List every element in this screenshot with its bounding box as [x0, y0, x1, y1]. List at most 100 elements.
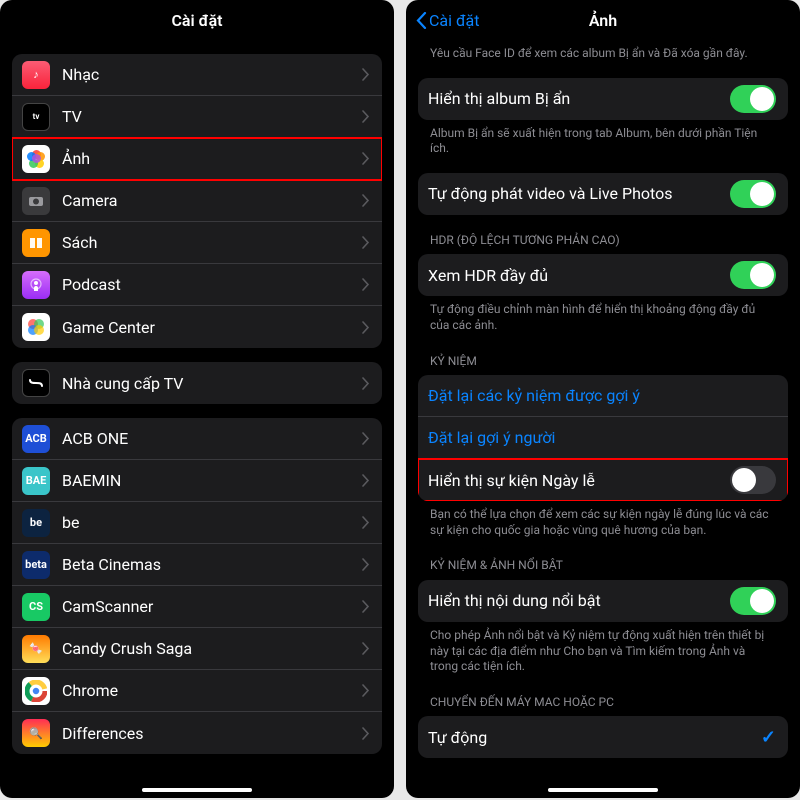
- settings-screen: Cài đặt ♪ Nhạc tv TV: [0, 0, 394, 798]
- group-autoplay: Tự động phát video và Live Photos: [418, 173, 788, 215]
- row-autoplay[interactable]: Tự động phát video và Live Photos: [418, 173, 788, 215]
- hidden-album-caption: Album Bị ẩn sẽ xuất hiện trong tab Album…: [406, 120, 800, 159]
- row-label: Beta Cinemas: [62, 555, 362, 574]
- row-label: Podcast: [62, 275, 362, 294]
- row-hdr[interactable]: Xem HDR đầy đủ: [418, 254, 788, 296]
- row-label: ACB ONE: [62, 429, 362, 448]
- group-featured: Hiển thị nội dung nổi bật: [418, 580, 788, 622]
- row-photos[interactable]: Ảnh: [12, 138, 382, 180]
- row-gamecenter[interactable]: Game Center: [12, 306, 382, 348]
- row-label: be: [62, 513, 362, 532]
- row-baemin[interactable]: BAE BAEMIN: [12, 460, 382, 502]
- beta-icon: beta: [22, 551, 50, 579]
- photos-icon: [22, 145, 50, 173]
- row-reset-people[interactable]: Đặt lại gợi ý người: [418, 417, 788, 459]
- row-camera[interactable]: Camera: [12, 180, 382, 222]
- row-music[interactable]: ♪ Nhạc: [12, 54, 382, 96]
- row-chrome[interactable]: Chrome: [12, 670, 382, 712]
- chevron-right-icon: [362, 516, 370, 529]
- row-label: Candy Crush Saga: [62, 639, 362, 658]
- nav-bar: Cài đặt: [0, 0, 394, 40]
- baemin-icon: BAE: [22, 467, 50, 495]
- row-tv[interactable]: tv TV: [12, 96, 382, 138]
- be-icon: be: [22, 509, 50, 537]
- memories-header: KỶ NIỆM: [406, 336, 800, 372]
- toggle-hidden-album[interactable]: [730, 85, 776, 113]
- chevron-right-icon: [362, 152, 370, 165]
- row-label: Nhạc: [62, 65, 362, 84]
- back-button[interactable]: Cài đặt: [416, 11, 479, 30]
- row-candy[interactable]: 🍬 Candy Crush Saga: [12, 628, 382, 670]
- home-indicator[interactable]: [548, 788, 658, 792]
- camera-icon: [22, 187, 50, 215]
- group-memories: Đặt lại các kỷ niệm được gợi ý Đặt lại g…: [418, 375, 788, 501]
- toggle-featured[interactable]: [730, 587, 776, 615]
- music-icon: ♪: [22, 61, 50, 89]
- settings-group-apps: ACB ACB ONE BAE BAEMIN be be beta Beta C…: [12, 418, 382, 754]
- featured-header: KỶ NIỆM & ẢNH NỔI BẬT: [406, 540, 800, 576]
- chrome-icon: [22, 677, 50, 705]
- chevron-right-icon: [362, 432, 370, 445]
- toggle-hdr[interactable]: [730, 261, 776, 289]
- row-camscanner[interactable]: CS CamScanner: [12, 586, 382, 628]
- chevron-right-icon: [362, 110, 370, 123]
- chevron-right-icon: [362, 474, 370, 487]
- chevron-right-icon: [362, 600, 370, 613]
- row-label: Tự động phát video và Live Photos: [428, 184, 730, 203]
- page-title: Ảnh: [589, 11, 617, 30]
- row-books[interactable]: Sách: [12, 222, 382, 264]
- toggle-holiday[interactable]: [730, 466, 776, 494]
- row-label: Hiển thị album Bị ẩn: [428, 89, 730, 108]
- row-label: Differences: [62, 724, 362, 743]
- featured-caption: Cho phép Ảnh nổi bật và Kỷ niệm tự động …: [406, 622, 800, 677]
- chevron-right-icon: [362, 278, 370, 291]
- chevron-right-icon: [362, 642, 370, 655]
- differences-icon: 🔍: [22, 719, 50, 747]
- row-label: Chrome: [62, 681, 362, 700]
- gamecenter-icon: [22, 313, 50, 341]
- row-label: Sách: [62, 233, 362, 252]
- home-indicator[interactable]: [142, 788, 252, 792]
- row-acb[interactable]: ACB ACB ONE: [12, 418, 382, 460]
- row-label: Game Center: [62, 318, 362, 337]
- checkmark-icon: ✓: [761, 727, 776, 748]
- tv-icon: tv: [22, 103, 50, 131]
- chevron-right-icon: [362, 558, 370, 571]
- row-podcast[interactable]: Podcast: [12, 264, 382, 306]
- chevron-right-icon: [362, 68, 370, 81]
- row-label: Xem HDR đầy đủ: [428, 266, 730, 285]
- toggle-autoplay[interactable]: [730, 180, 776, 208]
- row-label: Ảnh: [62, 149, 362, 168]
- chevron-right-icon: [362, 236, 370, 249]
- row-label: TV: [62, 107, 362, 126]
- row-transfer-auto[interactable]: Tự động ✓: [418, 716, 788, 758]
- back-label: Cài đặt: [429, 11, 479, 30]
- chevron-left-icon: [416, 12, 427, 29]
- acb-icon: ACB: [22, 425, 50, 453]
- photos-settings-screen: Cài đặt Ảnh Yêu cầu Face ID để xem các a…: [406, 0, 800, 798]
- group-hdr: Xem HDR đầy đủ: [418, 254, 788, 296]
- transfer-header: CHUYỂN ĐẾN MÁY MAC HOẶC PC: [406, 677, 800, 713]
- row-label: Tự động: [428, 728, 761, 747]
- row-hidden-album[interactable]: Hiển thị album Bị ẩn: [418, 78, 788, 120]
- hdr-header: HDR (ĐỘ LỆCH TƯƠNG PHẢN CAO): [406, 215, 800, 251]
- group-hidden-album: Hiển thị album Bị ẩn: [418, 78, 788, 120]
- row-featured[interactable]: Hiển thị nội dung nổi bật: [418, 580, 788, 622]
- row-tvprovider[interactable]: Nhà cung cấp TV: [12, 362, 382, 404]
- row-reset-memories[interactable]: Đặt lại các kỷ niệm được gợi ý: [418, 375, 788, 417]
- row-label: Hiển thị sự kiện Ngày lễ: [428, 471, 730, 490]
- row-beta[interactable]: beta Beta Cinemas: [12, 544, 382, 586]
- row-be[interactable]: be be: [12, 502, 382, 544]
- page-title: Cài đặt: [171, 11, 222, 30]
- chevron-right-icon: [362, 727, 370, 740]
- row-label: CamScanner: [62, 597, 362, 616]
- row-label: Đặt lại gợi ý người: [428, 428, 776, 447]
- row-holiday-events[interactable]: Hiển thị sự kiện Ngày lễ: [418, 459, 788, 501]
- row-differences[interactable]: 🔍 Differences: [12, 712, 382, 754]
- holiday-caption: Bạn có thể lựa chọn để xem các sự kiện n…: [406, 501, 800, 540]
- row-label: Hiển thị nội dung nổi bật: [428, 591, 730, 610]
- settings-group-tvprovider: Nhà cung cấp TV: [12, 362, 382, 404]
- faceid-caption: Yêu cầu Face ID để xem các album Bị ẩn v…: [406, 40, 800, 64]
- candy-icon: 🍬: [22, 635, 50, 663]
- nav-bar: Cài đặt Ảnh: [406, 0, 800, 40]
